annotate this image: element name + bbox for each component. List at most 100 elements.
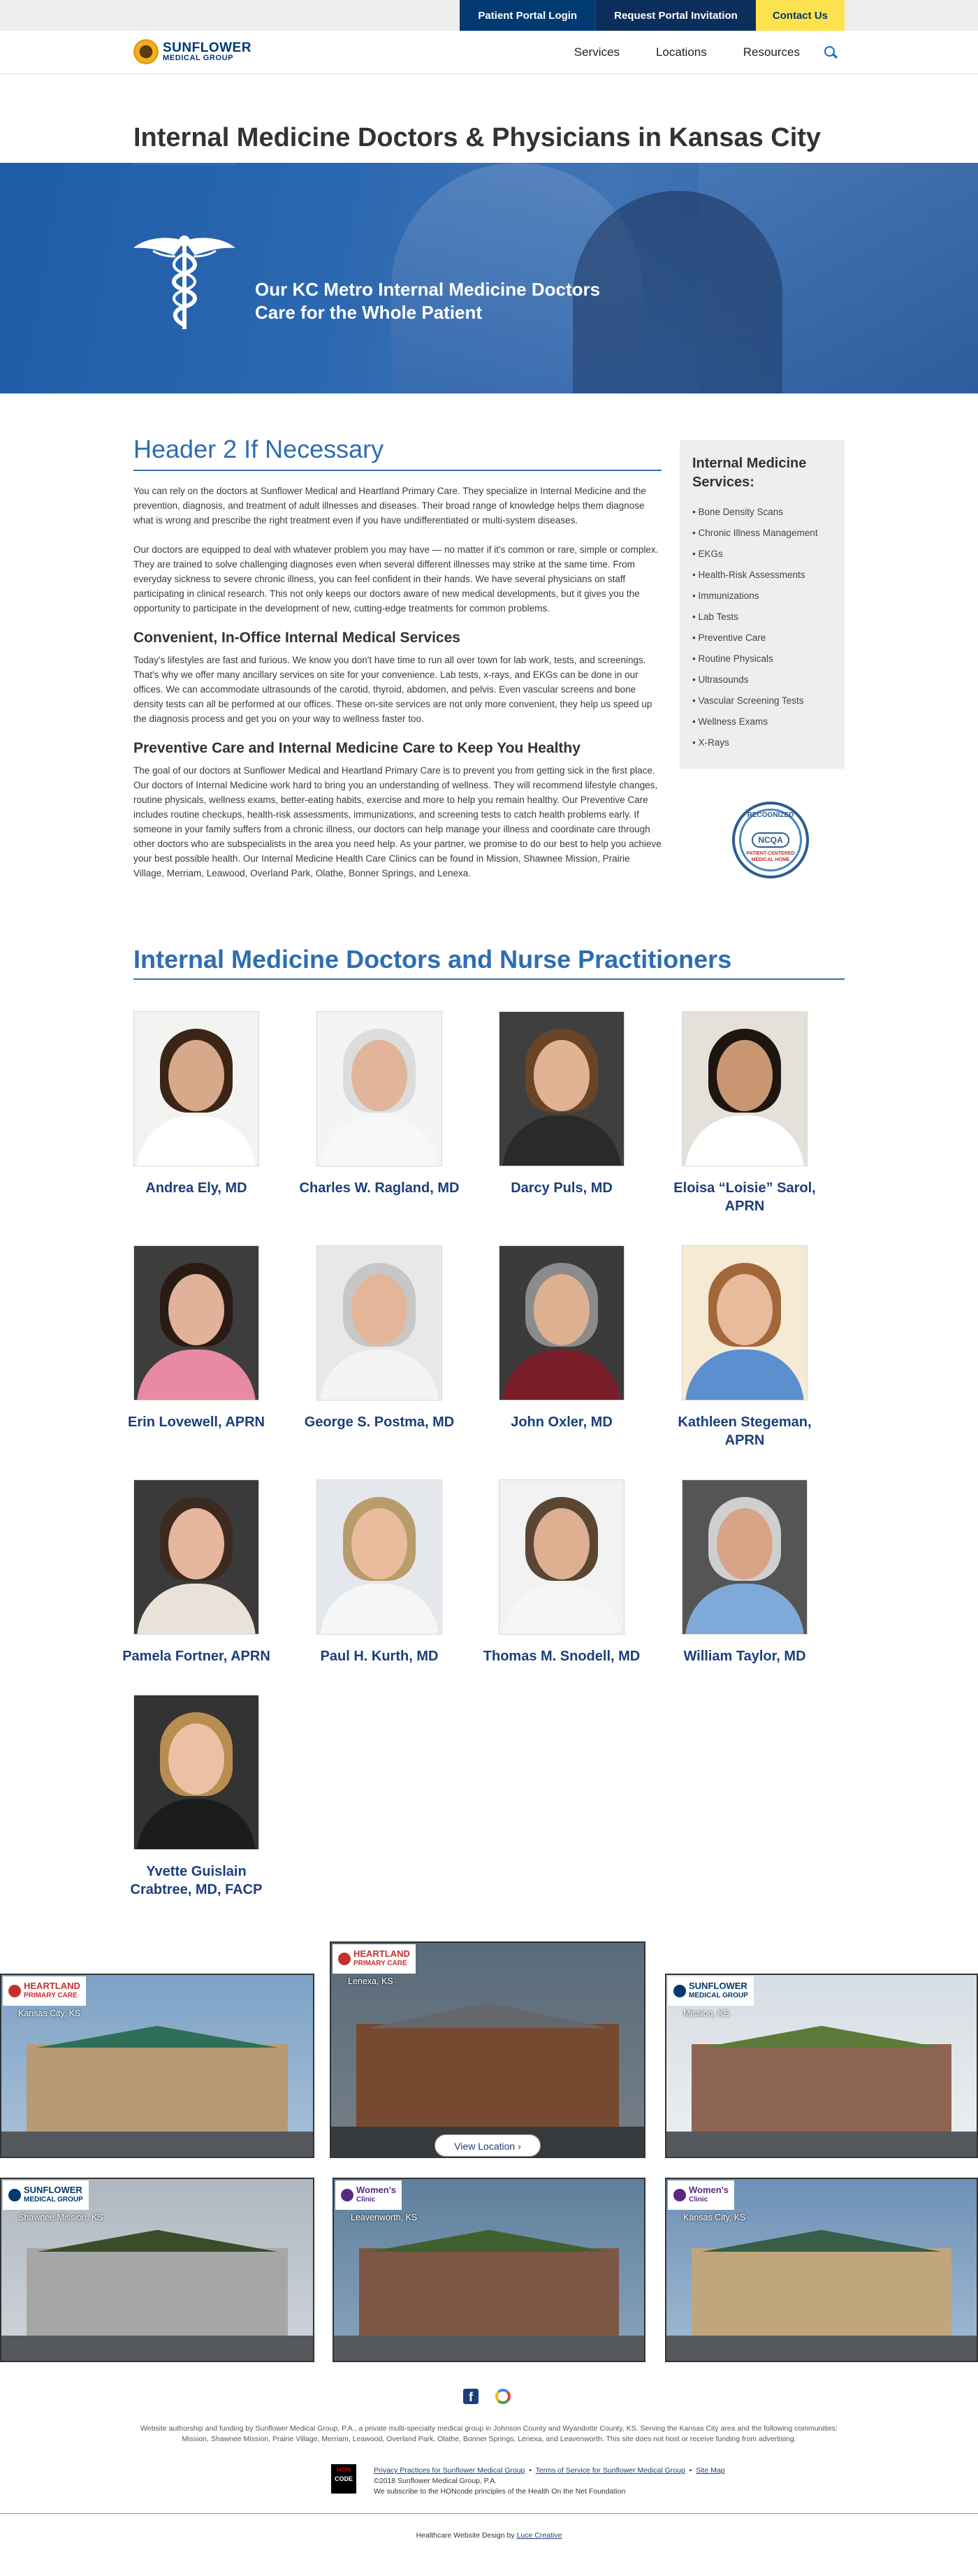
request-portal-invitation-button[interactable]: Request Portal Invitation [595, 0, 756, 31]
location-card[interactable]: HEARTLAND PRIMARY CARE Kansas City, KS [0, 1974, 314, 2158]
doctor-photo[interactable] [133, 1695, 259, 1850]
service-item: Chronic Illness Management [692, 523, 832, 544]
location-city: Kansas City, KS [683, 2213, 746, 2222]
doctor-name[interactable]: Yvette Guislain Crabtree, MD, FACP [116, 1862, 277, 1899]
service-item: Lab Tests [692, 607, 832, 628]
doctor-name[interactable]: George S. Postma, MD [299, 1413, 460, 1431]
location-city: Lenexa, KS [348, 1976, 393, 1986]
location-card[interactable]: SUNFLOWER MEDICAL GROUP Mission, KS [665, 1974, 978, 2158]
contact-us-button[interactable]: Contact Us [755, 0, 845, 31]
facebook-icon[interactable]: f [463, 2389, 479, 2404]
services-sidebar: Internal Medicine Services: Bone Density… [680, 440, 845, 769]
doctor-card[interactable]: Pamela Fortner, APRN [116, 1479, 277, 1665]
doctor-photo[interactable] [316, 1011, 442, 1166]
doctor-card[interactable]: William Taylor, MD [664, 1479, 825, 1665]
privacy-link[interactable]: Privacy Practices for Sunflower Medical … [374, 2466, 525, 2475]
service-item: X-Rays [692, 732, 832, 753]
location-city: Kansas City, KS [18, 2009, 81, 2018]
site-logo[interactable]: SUNFLOWER MEDICAL GROUP [133, 39, 251, 64]
doctor-photo[interactable] [133, 1245, 259, 1401]
location-brand-logo: SUNFLOWER MEDICAL GROUP [3, 2180, 89, 2210]
location-card[interactable]: Women's Clinic Leavenworth, KS [333, 2178, 645, 2362]
doctor-photo[interactable] [682, 1245, 808, 1401]
service-item: Bone Density Scans [692, 502, 832, 523]
hon-badge-text: HON [337, 2466, 351, 2473]
doctor-card[interactable]: Erin Lovewell, APRN [116, 1245, 277, 1431]
doctor-name[interactable]: William Taylor, MD [664, 1647, 825, 1665]
nav-services[interactable]: Services [574, 45, 620, 59]
doctor-name[interactable]: Charles W. Ragland, MD [299, 1179, 460, 1197]
search-icon[interactable] [824, 45, 838, 59]
doctor-name[interactable]: Erin Lovewell, APRN [116, 1413, 277, 1431]
location-card[interactable]: SUNFLOWER MEDICAL GROUP Shawnee Mission, K… [0, 2178, 314, 2362]
service-item: Health-Risk Assessments [692, 565, 832, 586]
credit-prefix: Healthcare Website Design by [416, 2531, 517, 2540]
doctor-name[interactable]: John Oxler, MD [481, 1413, 642, 1431]
location-card[interactable]: HEARTLAND PRIMARY CARE Lenexa, KS [330, 1941, 645, 2158]
doctor-name[interactable]: Thomas M. Snodell, MD [481, 1647, 642, 1665]
location-city: Leavenworth, KS [351, 2213, 418, 2222]
doctor-photo[interactable] [316, 1245, 442, 1401]
doctor-name[interactable]: Paul H. Kurth, MD [299, 1647, 460, 1665]
patient-portal-login-button[interactable]: Patient Portal Login [460, 0, 596, 31]
nav-resources[interactable]: Resources [743, 45, 800, 59]
section-header: Header 2 If Necessary [133, 435, 384, 463]
nav-locations[interactable]: Locations [656, 45, 707, 59]
location-card[interactable]: Women's Clinic Kansas City, KS [665, 2178, 978, 2362]
footer-divider [0, 2513, 978, 2514]
ncqa-bottom-text: PATIENT-CENTERED MEDICAL HOME [746, 851, 795, 862]
doctor-name[interactable]: Darcy Puls, MD [481, 1179, 642, 1197]
doctor-name[interactable]: Eloisa “Loisie” Sarol, APRN [664, 1179, 825, 1215]
terms-link[interactable]: Terms of Service for Sunflower Medical G… [536, 2466, 685, 2475]
title-underline [133, 163, 237, 165]
doctor-photo[interactable] [499, 1245, 625, 1401]
doctor-photo[interactable] [499, 1011, 625, 1166]
paragraph-equipped: Our doctors are equipped to deal with wh… [133, 544, 659, 614]
team-divider [133, 978, 845, 980]
doctor-name[interactable]: Andrea Ely, MD [116, 1179, 277, 1197]
view-location-button[interactable]: View Location › [435, 2134, 541, 2157]
section-divider [133, 470, 662, 471]
doctor-card[interactable]: John Oxler, MD [481, 1245, 642, 1431]
footer-disclaimer-2: Mission, Shawnee Mission, Prairie Villag… [182, 2435, 796, 2443]
service-item: Immunizations [692, 586, 832, 607]
doctor-photo[interactable] [316, 1479, 442, 1635]
paragraph-intro: You can rely on the doctors at Sunflower… [133, 486, 646, 526]
doctor-card[interactable]: Charles W. Ragland, MD [299, 1011, 460, 1197]
sidebar-title: Internal Medicine Services: [692, 456, 807, 490]
location-city: Shawnee Mission, KS [18, 2213, 103, 2222]
doctor-card[interactable]: Kathleen Stegeman, APRN [664, 1245, 825, 1449]
social-links: f [463, 2389, 511, 2404]
service-item: Preventive Care [692, 628, 832, 649]
doctor-card[interactable]: Darcy Puls, MD [481, 1011, 642, 1197]
doctor-card[interactable]: George S. Postma, MD [299, 1245, 460, 1431]
doctor-photo[interactable] [682, 1011, 808, 1166]
utility-bar: Patient Portal Login Request Portal Invi… [0, 0, 978, 31]
google-icon[interactable] [495, 2389, 511, 2404]
luce-creative-link[interactable]: Luce Creative [517, 2531, 562, 2540]
location-brand-logo: HEARTLAND PRIMARY CARE [3, 1976, 86, 2006]
doctor-card[interactable]: Yvette Guislain Crabtree, MD, FACP [116, 1695, 277, 1899]
caduceus-icon [133, 236, 235, 329]
service-item: EKGs [692, 544, 832, 565]
hero-line-2: Care for the Whole Patient [255, 302, 483, 323]
doctor-card[interactable]: Thomas M. Snodell, MD [481, 1479, 642, 1665]
footer-disclaimer: Website authorship and funding by Sunflo… [140, 2424, 838, 2433]
doctor-photo[interactable] [682, 1479, 808, 1635]
design-credit: Healthcare Website Design by Luce Creati… [0, 2531, 978, 2540]
sitemap-link[interactable]: Site Map [696, 2466, 724, 2475]
paragraph-convenient: Today's lifestyles are fast and furious.… [133, 655, 652, 724]
footer-links: Privacy Practices for Sunflower Medical … [374, 2466, 725, 2496]
doctor-card[interactable]: Eloisa “Loisie” Sarol, APRN [664, 1011, 825, 1215]
ncqa-recognition-badge: RECOGNIZED NCQA PATIENT-CENTERED MEDICAL… [732, 802, 809, 878]
doctor-name[interactable]: Kathleen Stegeman, APRN [664, 1413, 825, 1449]
doctor-photo[interactable] [133, 1011, 259, 1166]
doctor-photo[interactable] [499, 1479, 625, 1635]
ncqa-top-text: RECOGNIZED [747, 811, 794, 819]
doctor-card[interactable]: Andrea Ely, MD [116, 1011, 277, 1197]
honcode-badge[interactable]: HON CODE [331, 2464, 356, 2494]
doctor-name[interactable]: Pamela Fortner, APRN [116, 1647, 277, 1665]
location-brand-logo: Women's Clinic [668, 2180, 735, 2210]
doctor-card[interactable]: Paul H. Kurth, MD [299, 1479, 460, 1665]
doctor-photo[interactable] [133, 1479, 259, 1635]
